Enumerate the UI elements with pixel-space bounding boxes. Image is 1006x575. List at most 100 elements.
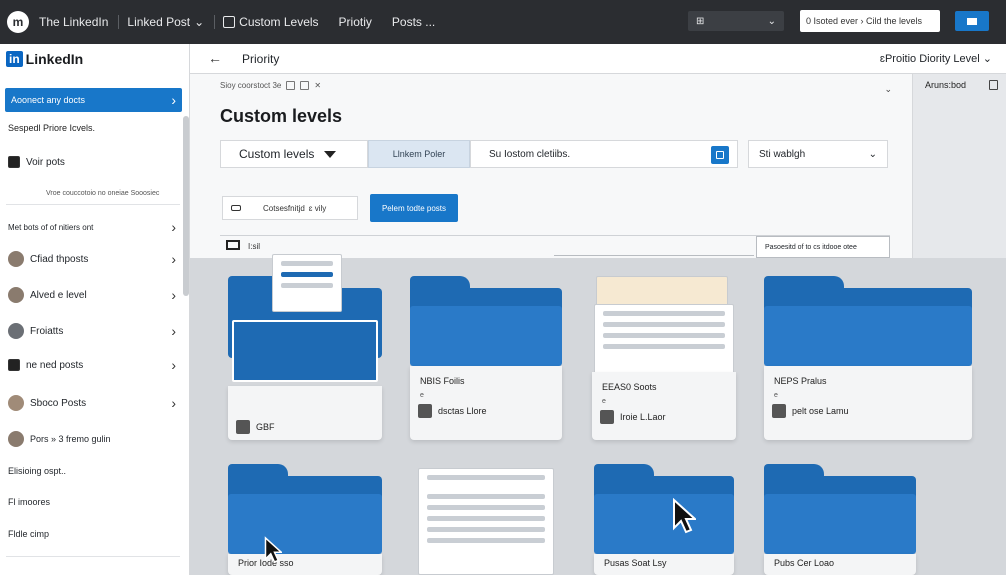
- avatar: [8, 395, 24, 411]
- chevron-down-icon: ⌄: [767, 15, 776, 27]
- grid-view-icon[interactable]: [226, 240, 240, 250]
- avatar: [8, 287, 24, 303]
- avatar: [8, 251, 24, 267]
- caret-down-icon: [324, 150, 337, 158]
- custom-levels-select[interactable]: Custom levels: [220, 140, 368, 168]
- input-value: Su Iostom cletiibs.: [489, 148, 571, 160]
- sidebar-item-label: ne ned posts: [26, 359, 84, 371]
- sidebar-item-label: Elisioing ospt..: [8, 466, 67, 476]
- window-icon[interactable]: [300, 81, 310, 90]
- copy-icon: [716, 151, 724, 159]
- folder-caption: Iroie L.Laor: [620, 412, 666, 422]
- back-arrow-icon[interactable]: ←: [208, 50, 222, 66]
- folder-card[interactable]: [412, 468, 560, 575]
- sidebar-item[interactable]: Cfiad thposts ›: [8, 247, 176, 271]
- document-preview: [418, 468, 554, 575]
- chevron-down-icon[interactable]: ⌄: [884, 84, 892, 95]
- sidebar-item[interactable]: Elisioing ospt..: [8, 459, 176, 483]
- avatar: [8, 431, 24, 447]
- sidebar-item[interactable]: Sboco Posts ›: [8, 391, 176, 415]
- folder-subtitle: e: [774, 392, 778, 399]
- top-search-field[interactable]: 0 Isoted ever › Cild the levels: [800, 10, 940, 32]
- select-value: Custom levels: [239, 147, 315, 161]
- folder-card[interactable]: NEPS Pralus e pelt ose Lamu: [764, 276, 972, 440]
- folder-caption: GBF: [256, 422, 275, 432]
- sidebar-item[interactable]: Froiatts ›: [8, 319, 176, 343]
- nav-linked-post-label: Linked Post: [127, 15, 191, 29]
- priority-level-dropdown[interactable]: ɛProitio Diority Level ⌄: [880, 52, 992, 65]
- toolbar-label: I:sil: [248, 242, 260, 251]
- folder-grid: GBF NBIS Foilis e dsctas Llore EEAS0 Soo…: [190, 254, 1006, 575]
- weight-select[interactable]: Sti wablgh ⌄: [748, 140, 888, 168]
- folder-caption: dsctas Llore: [438, 406, 487, 416]
- sidebar-item-vote-posts[interactable]: Voir pots: [8, 150, 176, 174]
- top-action-button[interactable]: [955, 11, 989, 31]
- top-dropdown[interactable]: ⊞ ⌄: [688, 11, 784, 31]
- chevron-right-icon: ›: [171, 219, 176, 235]
- sidebar-item[interactable]: ne ned posts ›: [8, 353, 176, 377]
- sidebar-item-label: Froiatts: [30, 325, 64, 337]
- app-name[interactable]: The LinkedIn: [39, 15, 108, 29]
- folder-card-body: Pusas Soat Lsy: [594, 554, 734, 575]
- toolbar-right-field[interactable]: Pasoesitd of to cs itdooe otee: [756, 236, 890, 258]
- chevron-down-icon: ⌄: [194, 15, 205, 29]
- sidebar: in LinkedIn Aoonect any docts › Sespedl …: [0, 44, 190, 575]
- post-icon: [8, 359, 20, 371]
- copy-icon[interactable]: [286, 81, 296, 90]
- filter-chip[interactable]: Cotsesfnitjd ɛ vily: [222, 196, 358, 220]
- folder-card[interactable]: Pubs Cer Loao: [764, 464, 916, 575]
- levels-icon: [223, 16, 236, 28]
- folder-card-body: GBF: [228, 386, 382, 440]
- folder-card[interactable]: Pusas Soat Lsy: [594, 464, 734, 575]
- connect-docs-label: Aoonect any docts: [11, 95, 86, 105]
- input-action-button[interactable]: [711, 146, 729, 164]
- sidebar-item-label: Fl imoores: [8, 497, 51, 507]
- app-logo[interactable]: m: [7, 11, 29, 33]
- page-title: Priority: [242, 52, 280, 66]
- sidebar-brand[interactable]: in LinkedIn: [6, 51, 83, 67]
- folder-front: [228, 494, 382, 554]
- nav-custom-levels[interactable]: Custom Levels: [214, 15, 319, 29]
- right-column-label: Aruns:bod: [925, 80, 967, 90]
- close-icon[interactable]: ✕: [314, 81, 321, 90]
- custom-levels-input[interactable]: Su Iostom cletiibs.: [470, 140, 738, 168]
- breadcrumb-text: Sioy coorstoct 3e: [220, 81, 282, 90]
- sidebar-subheading: Sespedl Priore Icvels.: [8, 123, 96, 133]
- right-column: Aruns:bod: [912, 74, 1006, 258]
- sidebar-item-label: Pors » 3 fremo gulin: [30, 434, 111, 444]
- document-preview: [232, 320, 378, 382]
- sidebar-item[interactable]: Alved e level ›: [8, 283, 176, 307]
- folder-card[interactable]: GBF: [228, 254, 382, 440]
- toolbar-selection[interactable]: [554, 236, 754, 256]
- sidebar-item-label: Cfiad thposts: [30, 253, 89, 265]
- avatar: [8, 323, 24, 339]
- folder-subtitle: e: [602, 398, 606, 405]
- sidebar-item[interactable]: Met bots of of nitiers ont ›: [8, 215, 176, 239]
- lock-icon: [231, 205, 241, 211]
- action-row: Cotsesfnitjd ɛ vily Pelem todte posts: [222, 194, 458, 222]
- folder-front: [764, 306, 972, 366]
- nav-priority[interactable]: Priotiy: [339, 15, 372, 29]
- content-panel: Sioy coorstoct 3e ✕ ⌄ Custom levels Cust…: [190, 74, 912, 258]
- folder-title: NEPS Pralus: [774, 376, 827, 386]
- folder-card-body: NEPS Pralus e pelt ose Lamu: [764, 366, 972, 440]
- sidebar-scrollbar[interactable]: [183, 116, 189, 296]
- file-icon: [772, 404, 786, 418]
- bookmark-icon[interactable]: [989, 80, 998, 90]
- nav-posts[interactable]: Posts ...: [392, 15, 435, 29]
- folder-card[interactable]: NBIS Foilis e dsctas Llore: [410, 276, 562, 440]
- folder-card[interactable]: Prior Iode sso: [228, 464, 382, 575]
- sidebar-item-label: Met bots of of nitiers ont: [8, 222, 94, 232]
- sidebar-item[interactable]: Pors » 3 fremo gulin: [8, 427, 176, 451]
- sidebar-item[interactable]: Fldle cimp: [8, 522, 176, 546]
- post-icon: [8, 156, 20, 168]
- nav-linked-post[interactable]: Linked Post ⌄: [118, 15, 204, 29]
- sidebar-item[interactable]: Fl imoores: [8, 490, 176, 514]
- brand-name: LinkedIn: [25, 51, 84, 67]
- filter-posts-button[interactable]: Pelem todte posts: [370, 194, 458, 222]
- nav-custom-levels-label: Custom Levels: [239, 15, 319, 29]
- linkedin-poller-tab[interactable]: Llnkem Poler: [368, 140, 470, 168]
- folder-card[interactable]: EEAS0 Soots e Iroie L.Laor: [592, 276, 736, 440]
- connect-docs-button[interactable]: Aoonect any docts ›: [5, 88, 182, 112]
- folder-card-body: EEAS0 Soots e Iroie L.Laor: [592, 372, 736, 440]
